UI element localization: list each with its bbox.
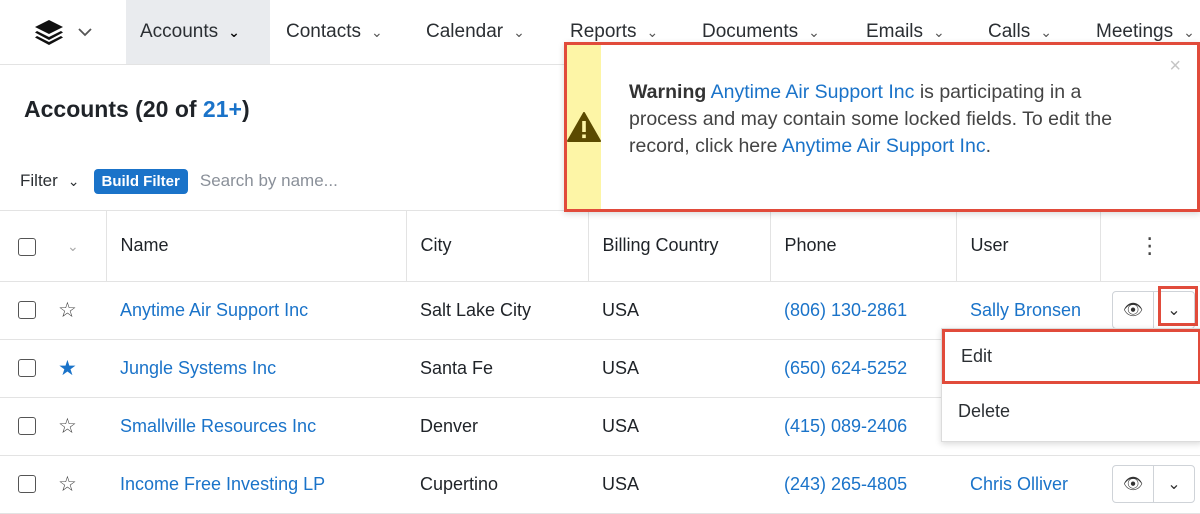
build-filter-button[interactable]: Build Filter: [93, 168, 188, 194]
record-link[interactable]: Anytime Air Support Inc: [711, 81, 915, 103]
row-checkbox[interactable]: [18, 475, 36, 493]
phone-link[interactable]: (650) 624-5252: [770, 339, 956, 398]
filter-bar: Filter ⌄ Build Filter: [0, 156, 570, 206]
column-settings-cell: ⋮: [1100, 211, 1200, 282]
user-link[interactable]: Chris Olliver: [956, 455, 1100, 514]
total-count-link[interactable]: 21+: [203, 96, 242, 122]
column-header-phone[interactable]: Phone: [770, 211, 957, 282]
column-header-name[interactable]: Name: [106, 211, 407, 282]
alert-message: Warning Anytime Air Support Inc is parti…: [629, 81, 1113, 157]
chevron-down-icon: ⌄: [228, 23, 240, 40]
menu-item-delete[interactable]: Delete: [942, 384, 1200, 439]
country-cell: USA: [588, 455, 770, 514]
city-cell: Santa Fe: [406, 339, 588, 398]
row-select-cell: ☆: [0, 281, 106, 340]
star-icon[interactable]: ☆: [58, 414, 77, 439]
warning-icon: [567, 112, 601, 142]
city-cell: Cupertino: [406, 455, 588, 514]
chevron-down-icon: ⌄: [808, 23, 820, 40]
chevron-down-icon[interactable]: ⌄: [67, 238, 79, 254]
country-cell: USA: [588, 397, 770, 456]
chevron-down-icon[interactable]: ⌄: [1154, 474, 1194, 494]
app-menu-button[interactable]: [0, 0, 126, 64]
country-cell: USA: [588, 339, 770, 398]
table-row: ☆ Income Free Investing LP Cupertino USA…: [0, 455, 1200, 514]
row-select-cell: ★: [0, 339, 106, 398]
row-select-cell: ☆: [0, 455, 106, 514]
layers-icon: [35, 20, 63, 45]
column-header-user[interactable]: User: [956, 211, 1101, 282]
star-icon[interactable]: ☆: [58, 472, 77, 497]
tab-accounts[interactable]: Accounts ⌄: [126, 0, 270, 64]
tab-contacts[interactable]: Contacts ⌄: [272, 0, 397, 64]
table-header-row: ⌄ Name City Billing Country Phone User ⋮: [0, 211, 1200, 282]
chevron-down-icon: ⌄: [513, 23, 525, 40]
chevron-down-icon: ⌄: [933, 23, 945, 40]
select-all-cell: ⌄: [0, 211, 107, 282]
row-select-cell: ☆: [0, 397, 106, 456]
close-icon[interactable]: ×: [1169, 55, 1181, 78]
row-actions-cell: 👁 ⌄: [1100, 455, 1200, 514]
chevron-down-icon: ⌄: [1040, 23, 1052, 40]
warning-alert: Warning Anytime Air Support Inc is parti…: [564, 42, 1200, 212]
row-action-menu: Edit Delete: [941, 328, 1200, 442]
menu-item-edit[interactable]: Edit: [942, 329, 1200, 384]
more-vertical-icon[interactable]: ⋮: [1139, 233, 1161, 258]
account-name-link[interactable]: Income Free Investing LP: [106, 455, 406, 514]
phone-link[interactable]: (415) 089-2406: [770, 397, 956, 456]
account-name-link[interactable]: Anytime Air Support Inc: [106, 281, 406, 340]
chevron-down-icon: ⌄: [1183, 23, 1195, 40]
chevron-down-icon: [78, 27, 92, 36]
phone-link[interactable]: (806) 130-2861: [770, 281, 956, 340]
row-actions: 👁 ⌄: [1112, 465, 1195, 503]
city-cell: Salt Lake City: [406, 281, 588, 340]
page-title: Accounts (20 of 21+): [24, 96, 250, 122]
country-cell: USA: [588, 281, 770, 340]
filter-dropdown[interactable]: Filter ⌄: [20, 171, 80, 191]
row-checkbox[interactable]: [18, 301, 36, 319]
row-checkbox[interactable]: [18, 417, 36, 435]
star-filled-icon[interactable]: ★: [58, 356, 77, 381]
column-header-city[interactable]: City: [406, 211, 589, 282]
column-header-billing-country[interactable]: Billing Country: [588, 211, 771, 282]
account-name-link[interactable]: Jungle Systems Inc: [106, 339, 406, 398]
phone-link[interactable]: (243) 265-4805: [770, 455, 956, 514]
city-cell: Denver: [406, 397, 588, 456]
account-name-link[interactable]: Smallville Resources Inc: [106, 397, 406, 456]
dropdown-highlight: [1158, 286, 1198, 326]
eye-icon[interactable]: 👁: [1113, 474, 1153, 494]
alert-icon-panel: [567, 45, 601, 209]
edit-record-link[interactable]: Anytime Air Support Inc: [782, 135, 986, 157]
tab-calendar[interactable]: Calendar ⌄: [412, 0, 539, 64]
select-all-checkbox[interactable]: [18, 237, 36, 256]
search-input[interactable]: [197, 170, 502, 192]
star-icon[interactable]: ☆: [58, 298, 77, 323]
chevron-down-icon: ⌄: [67, 172, 80, 189]
chevron-down-icon: ⌄: [646, 23, 659, 40]
chevron-down-icon: ⌄: [370, 23, 383, 40]
row-checkbox[interactable]: [18, 359, 36, 377]
eye-icon[interactable]: 👁: [1113, 300, 1153, 320]
